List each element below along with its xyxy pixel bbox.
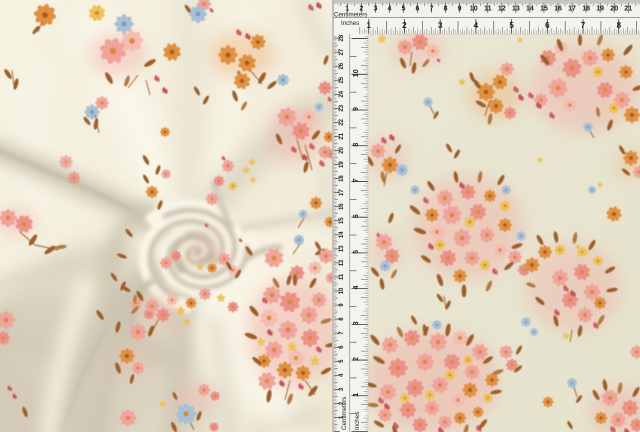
svg-text:5: 5 <box>509 21 514 30</box>
svg-text:1: 1 <box>366 21 371 30</box>
svg-text:11: 11 <box>339 273 345 280</box>
svg-text:4: 4 <box>474 21 479 30</box>
svg-text:3: 3 <box>353 321 360 325</box>
svg-text:25: 25 <box>339 76 345 83</box>
svg-text:7: 7 <box>353 178 360 182</box>
svg-text:6: 6 <box>545 21 550 30</box>
svg-text:14: 14 <box>526 6 534 13</box>
svg-text:21: 21 <box>339 132 345 139</box>
svg-text:4: 4 <box>387 6 391 13</box>
svg-text:20: 20 <box>610 6 618 13</box>
svg-text:16: 16 <box>554 6 562 13</box>
svg-text:16: 16 <box>339 203 345 210</box>
svg-text:14: 14 <box>339 231 345 238</box>
svg-text:23: 23 <box>339 104 345 111</box>
svg-text:6: 6 <box>416 6 420 13</box>
svg-text:8: 8 <box>353 143 360 147</box>
svg-text:Centimeters: Centimeters <box>341 397 348 430</box>
svg-text:13: 13 <box>512 6 520 13</box>
svg-text:7: 7 <box>581 21 586 30</box>
svg-text:5: 5 <box>353 250 360 254</box>
svg-text:10: 10 <box>470 6 478 13</box>
svg-text:15: 15 <box>339 217 345 224</box>
svg-text:12: 12 <box>498 6 506 13</box>
svg-text:9: 9 <box>458 6 462 13</box>
svg-text:22: 22 <box>339 118 345 125</box>
svg-text:27: 27 <box>339 48 345 55</box>
svg-text:4: 4 <box>353 286 360 290</box>
svg-text:5: 5 <box>401 6 405 13</box>
svg-text:17: 17 <box>339 189 345 196</box>
svg-text:24: 24 <box>339 90 345 97</box>
svg-text:20: 20 <box>339 147 345 154</box>
svg-text:3: 3 <box>373 6 377 13</box>
svg-text:9: 9 <box>353 107 360 111</box>
svg-text:8: 8 <box>444 6 448 13</box>
svg-text:15: 15 <box>540 6 548 13</box>
svg-text:2: 2 <box>353 357 360 361</box>
svg-text:1: 1 <box>353 393 360 397</box>
svg-text:18: 18 <box>582 6 590 13</box>
svg-text:6: 6 <box>353 214 360 218</box>
svg-text:19: 19 <box>596 6 604 13</box>
svg-text:11: 11 <box>484 6 492 13</box>
svg-text:28: 28 <box>339 34 345 41</box>
svg-text:12: 12 <box>339 259 345 266</box>
svg-text:26: 26 <box>339 62 345 69</box>
svg-text:10: 10 <box>353 69 360 77</box>
svg-text:3: 3 <box>438 21 443 30</box>
svg-text:8: 8 <box>617 21 622 30</box>
svg-text:10: 10 <box>339 287 345 294</box>
svg-text:13: 13 <box>339 245 345 252</box>
svg-text:17: 17 <box>568 6 576 13</box>
svg-text:7: 7 <box>430 6 434 13</box>
svg-text:Inches: Inches <box>354 412 361 430</box>
svg-text:Inches: Inches <box>341 20 359 27</box>
svg-text:19: 19 <box>339 161 345 168</box>
svg-text:18: 18 <box>339 175 345 182</box>
svg-text:21: 21 <box>624 6 632 13</box>
svg-text:2: 2 <box>402 21 407 30</box>
